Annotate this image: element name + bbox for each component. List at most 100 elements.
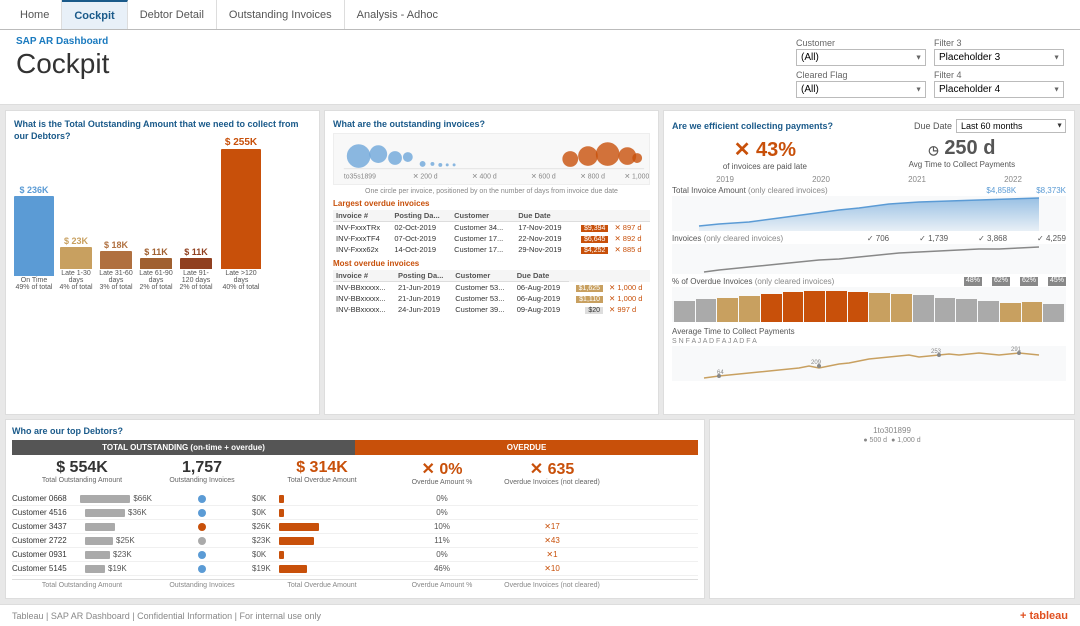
nav-tab-analysis[interactable]: Analysis - Adhoc [345,0,450,29]
due-date-label: Due Date [914,121,952,131]
inv-count4: ✓ 4,259 [1037,234,1066,243]
panel-debtors-title: Who are our top Debtors? [12,426,698,436]
list-item: Customer 3437 $26K 10% ✕17 [12,520,698,534]
list-item: Customer 0931 $23K $0K 0% ✕1 [12,548,698,562]
svg-text:253: 253 [931,349,942,355]
largest-overdue-table: Invoice # Posting Da... Customer Due Dat… [333,210,650,255]
total-amount-metric: $ 554K Total Outstanding Amount [12,457,152,488]
list-item: Customer 5145 $19K $19K 46% ✕10 [12,562,698,576]
tableau-logo: + tableau [1020,610,1068,622]
panel-debtors: Who are our top Debtors? TOTAL OUTSTANDI… [5,419,705,599]
panel-collecting-title: Are we efficient collecting payments? [672,121,833,131]
header-subtitle: SAP AR Dashboard [16,36,109,47]
overdue-not-cleared-metric: ✕ 635 Overdue Invoices (not cleared) [492,457,612,488]
bubble-subtitle: One circle per invoice, positioned by on… [333,188,650,195]
svg-text:209: 209 [811,360,822,366]
kpi1-label: of invoices are paid late [723,162,807,171]
bar-late120: $ 11K Late 91-120 days2% of total [178,247,214,291]
panel-outstanding: What is the Total Outstanding Amount tha… [5,110,320,415]
largest-overdue-label: Largest overdue invoices [333,199,650,208]
table-row: INV-BBxxxxx... 24-Jun-2019 Customer 39..… [333,304,650,315]
table-row: INV-Fxxx62x 14-Oct-2019 Customer 17... 2… [333,244,650,255]
page-title: Cockpit [16,47,109,81]
most-overdue-label: Most overdue invoices [333,259,650,268]
cleared-filter-label: Cleared Flag [796,70,926,80]
filter4-label: Filter 4 [934,70,1064,80]
table-row: INV-FxxxTRx 02-Oct-2019 Customer 34... 1… [333,222,650,234]
amount-val1: $4,858K [986,186,1016,195]
bar-chart: $ 236K On Time49% of total $ 23K Late 1-… [14,146,311,291]
svg-text:✕ 800 d: ✕ 800 d [580,174,605,181]
svg-text:64: 64 [717,370,724,376]
bar-ontime: $ 236K On Time49% of total [14,185,54,291]
year-label: 2019 [677,175,773,184]
avg-time-chart: 64 209 253 291 [672,346,1066,381]
inv-count3: ✓ 3,868 [978,234,1007,243]
list-item: Customer 4516 $36K $0K 0% [12,506,698,520]
top-nav: Home Cockpit Debtor Detail Outstanding I… [0,0,1080,30]
panel-outstanding-title: What is the Total Outstanding Amount tha… [14,119,311,142]
footer-text: Tableau | SAP AR Dashboard | Confidentia… [12,611,321,621]
header: SAP AR Dashboard Cockpit Customer (All) … [0,30,1080,105]
bubble-viz: to35s1899 ✕ 200 d ✕ 400 d ✕ 600 d ✕ 800 … [333,133,650,185]
svg-text:✕ 400 d: ✕ 400 d [472,174,497,181]
pct-overdue-label: % of Overdue Invoices (only cleared invo… [672,277,834,286]
year-label: 2022 [965,175,1061,184]
svg-text:✕ 200 d: ✕ 200 d [413,174,438,181]
customer-filter-select[interactable]: (All) [796,49,926,66]
kpi-avg-time: ◷ 250 d Avg Time to Collect Payments [909,137,1016,171]
table-row: INV-BBxxxxx... 21-Jun-2019 Customer 53..… [333,282,650,294]
panel-invoices: What are the outstanding invoices? to35s… [324,110,659,415]
row1: What is the Total Outstanding Amount tha… [5,110,1075,415]
bar-late90: $ 11K Late 61-90 days2% of total [138,247,174,291]
customer-filter-group: Customer (All) ▼ [796,38,926,66]
kpi2-value: ◷ 250 d [909,137,1016,160]
nav-tab-debtor[interactable]: Debtor Detail [128,0,217,29]
filter-area: Customer (All) ▼ Filter 3 Placeholder 3 … [796,38,1064,98]
nav-tab-home[interactable]: Home [8,0,62,29]
customer-list: Customer 0668 $66K $0K 0% Customer [12,492,698,576]
pct-overdue-chart [672,287,1066,322]
nav-tab-cockpit[interactable]: Cockpit [62,0,127,29]
panel-collecting: Are we efficient collecting payments? Du… [663,110,1075,415]
kpi2-label: Avg Time to Collect Payments [909,160,1016,169]
kpi1-value: ✕ 43% [723,137,807,162]
bar-late120plus: $ 255K Late >120 days40% of total [218,137,264,291]
total-overdue-metric: $ 314K Total Overdue Amount [252,457,392,488]
footer: Tableau | SAP AR Dashboard | Confidentia… [0,604,1080,626]
svg-text:✕ 600 d: ✕ 600 d [531,174,556,181]
list-item: Customer 2722 $25K $23K 11% ✕43 [12,534,698,548]
year-label: 2021 [869,175,965,184]
cleared-filter-group: Cleared Flag (All) ▼ [796,70,926,98]
overdue-header: OVERDUE [355,440,698,455]
table-row: INV-FxxxTF4 07-Oct-2019 Customer 17... 2… [333,233,650,244]
cleared-filter-select[interactable]: (All) [796,81,926,98]
svg-text:to35s1899: to35s1899 [344,174,376,181]
filter3-group: Filter 3 Placeholder 3 ▼ [934,38,1064,66]
year-label: 2020 [773,175,869,184]
customer-filter-label: Customer [796,38,926,48]
panel-invoices-title: What are the outstanding invoices? [333,119,650,129]
most-overdue-table: Invoice # Posting Da... Customer Due Dat… [333,270,650,315]
list-item: Customer 0668 $66K $0K 0% [12,492,698,506]
total-invoice-label: Total Invoice Amount (only cleared invoi… [672,186,828,195]
amount-val2: $8,373K [1036,186,1066,195]
svg-text:✕ 1,000 d: ✕ 1,000 d [624,174,649,181]
nav-tab-outstanding[interactable]: Outstanding Invoices [217,0,345,29]
overdue-pct-metric: ✕ 0% Overdue Amount % [392,457,492,488]
main-content: What is the Total Outstanding Amount tha… [0,105,1080,604]
table-row: INV-BBxxxxx... 21-Jun-2019 Customer 53..… [333,293,650,304]
svg-text:291: 291 [1011,347,1022,353]
filter3-select[interactable]: Placeholder 3 [934,49,1064,66]
due-date-select[interactable]: Last 60 months [956,119,1066,133]
invoice-amount-chart [672,196,1066,231]
bar-late60: $ 18K Late 31-60 days3% of total [98,240,134,291]
invoices-chart [672,244,1066,274]
outstanding-inv-metric: 1,757 Outstanding Invoices [152,457,252,488]
filter4-select[interactable]: Placeholder 4 [934,81,1064,98]
invoices-label: Invoices (only cleared invoices) [672,234,783,243]
panel-row2-right: 1to301899 ● 500 d ● 1,000 d [709,419,1075,599]
kpi-paid-late: ✕ 43% of invoices are paid late [723,137,807,171]
inv-count1: ✓ 706 [867,234,889,243]
filter4-group: Filter 4 Placeholder 4 ▼ [934,70,1064,98]
